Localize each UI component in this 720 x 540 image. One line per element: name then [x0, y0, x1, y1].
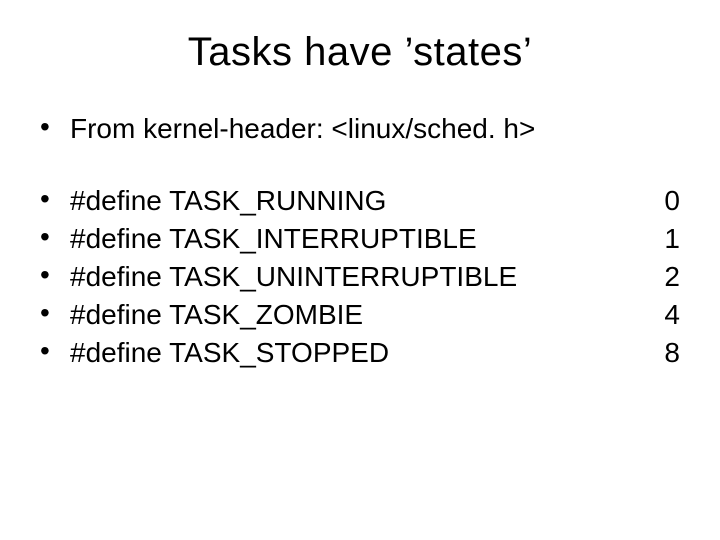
bullet-icon: •: [40, 185, 70, 213]
intro-row: • From kernel-header: <linux/sched. h>: [40, 113, 680, 145]
define-value: 1: [650, 223, 680, 255]
define-text: #define TASK_UNINTERRUPTIBLE: [70, 261, 650, 293]
list-item: • #define TASK_STOPPED 8: [40, 337, 680, 369]
bullet-icon: •: [40, 223, 70, 251]
list-item: • #define TASK_ZOMBIE 4: [40, 299, 680, 331]
define-text: #define TASK_ZOMBIE: [70, 299, 650, 331]
define-value: 8: [650, 337, 680, 369]
list-item: • #define TASK_INTERRUPTIBLE 1: [40, 223, 680, 255]
bullet-icon: •: [40, 113, 70, 141]
bullet-icon: •: [40, 261, 70, 289]
bullet-icon: •: [40, 337, 70, 365]
define-value: 2: [650, 261, 680, 293]
define-text: #define TASK_STOPPED: [70, 337, 650, 369]
define-value: 0: [650, 185, 680, 217]
slide: Tasks have ’states’ • From kernel-header…: [0, 0, 720, 540]
list-item: • #define TASK_RUNNING 0: [40, 185, 680, 217]
list-item: • #define TASK_UNINTERRUPTIBLE 2: [40, 261, 680, 293]
slide-title: Tasks have ’states’: [40, 30, 680, 75]
define-text: #define TASK_INTERRUPTIBLE: [70, 223, 650, 255]
intro-text: From kernel-header: <linux/sched. h>: [70, 113, 680, 145]
define-text: #define TASK_RUNNING: [70, 185, 650, 217]
define-value: 4: [650, 299, 680, 331]
bullet-icon: •: [40, 299, 70, 327]
